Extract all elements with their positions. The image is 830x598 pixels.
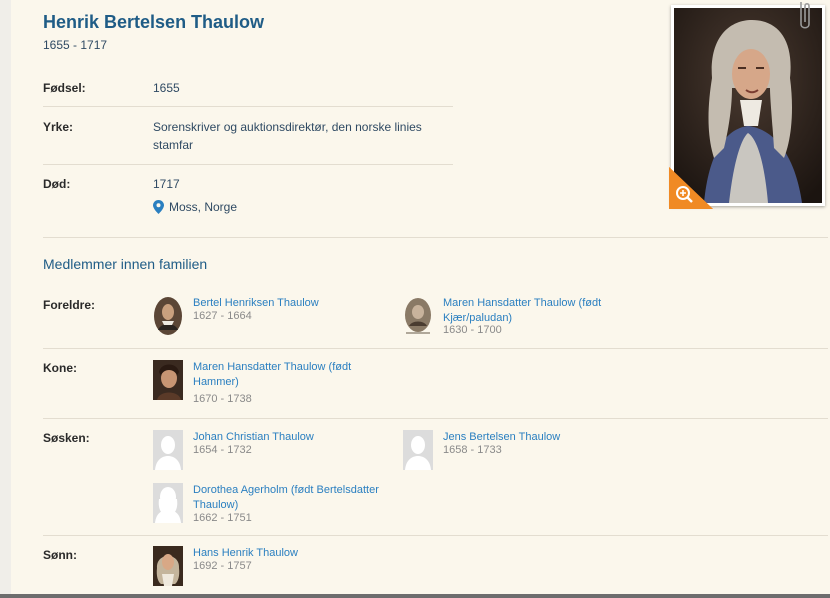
- person-name-link[interactable]: Jens Bertelsen Thaulow: [443, 430, 643, 445]
- death-place[interactable]: Moss, Norge: [169, 200, 237, 214]
- person-name-link[interactable]: Johan Christian Thaulow: [193, 430, 393, 445]
- silhouette-icon: [153, 430, 183, 470]
- person-thumbnail: [153, 296, 183, 336]
- horizontal-scrollbar[interactable]: [0, 594, 830, 598]
- fact-value-occupation: Sorenskriver og auktionsdirektør, den no…: [153, 120, 422, 152]
- person-thumbnail: [153, 546, 183, 586]
- family-section-title: Medlemmer innen familien: [43, 256, 208, 272]
- divider: [43, 164, 453, 165]
- person-name-link[interactable]: Dorothea Agerholm (født Bertelsdatter Th…: [193, 483, 388, 513]
- person-dates: 1630 - 1700: [443, 324, 502, 336]
- person-name-link[interactable]: Maren Hansdatter Thaulow (født Hammer): [193, 360, 393, 390]
- person-dates: 1658 - 1733: [443, 444, 502, 456]
- fact-value-birth: 1655: [153, 81, 180, 95]
- person-name-link[interactable]: Bertel Henriksen Thaulow: [193, 296, 393, 311]
- person-dates: 1662 - 1751: [193, 512, 252, 524]
- location-pin-icon: [153, 200, 164, 214]
- paperclip-icon: [800, 2, 810, 29]
- person-card[interactable]: Jens Bertelsen Thaulow 1658 - 1733: [403, 430, 623, 472]
- person-card[interactable]: Bertel Henriksen Thaulow 1627 - 1664: [153, 296, 373, 341]
- fact-label-death: Død:: [43, 177, 71, 191]
- person-card[interactable]: Maren Hansdatter Thaulow (født Hammer) 1…: [153, 360, 373, 405]
- person-name-link[interactable]: Maren Hansdatter Thaulow (født Kjær/palu…: [443, 296, 643, 326]
- relation-label-siblings: Søsken:: [43, 431, 90, 445]
- zoom-in-icon[interactable]: [669, 167, 713, 209]
- divider: [43, 348, 828, 349]
- person-card[interactable]: Johan Christian Thaulow 1654 - 1732: [153, 430, 373, 472]
- person-name: Henrik Bertelsen Thaulow: [43, 12, 265, 32]
- person-card[interactable]: Dorothea Agerholm (født Bertelsdatter Th…: [153, 483, 383, 528]
- person-name-link[interactable]: Hans Henrik Thaulow: [193, 546, 393, 561]
- relation-label-son: Sønn:: [43, 548, 77, 562]
- person-thumbnail: [153, 360, 183, 400]
- person-dates: 1692 - 1757: [193, 560, 252, 572]
- person-card[interactable]: Hans Henrik Thaulow 1692 - 1757: [153, 546, 373, 588]
- person-dates: 1654 - 1732: [193, 444, 252, 456]
- relation-label-parents: Foreldre:: [43, 298, 96, 312]
- divider: [43, 106, 453, 107]
- silhouette-icon: [403, 430, 433, 470]
- person-card[interactable]: Maren Hansdatter Thaulow (født Kjær/palu…: [403, 296, 623, 341]
- fact-label-birth: Fødsel:: [43, 81, 86, 95]
- divider: [43, 418, 828, 419]
- person-dates: 1627 - 1664: [193, 310, 252, 322]
- page-gutter: [0, 0, 11, 598]
- divider: [43, 535, 828, 536]
- fact-label-occupation: Yrke:: [43, 120, 74, 134]
- fact-value-death: 1717: [153, 177, 180, 191]
- section-divider: [43, 237, 828, 238]
- person-thumbnail: [403, 296, 433, 336]
- person-dates: 1670 - 1738: [193, 393, 252, 405]
- silhouette-icon: [153, 483, 183, 523]
- person-lifespan: 1655 - 1717: [43, 38, 108, 52]
- relation-label-spouse: Kone:: [43, 361, 77, 375]
